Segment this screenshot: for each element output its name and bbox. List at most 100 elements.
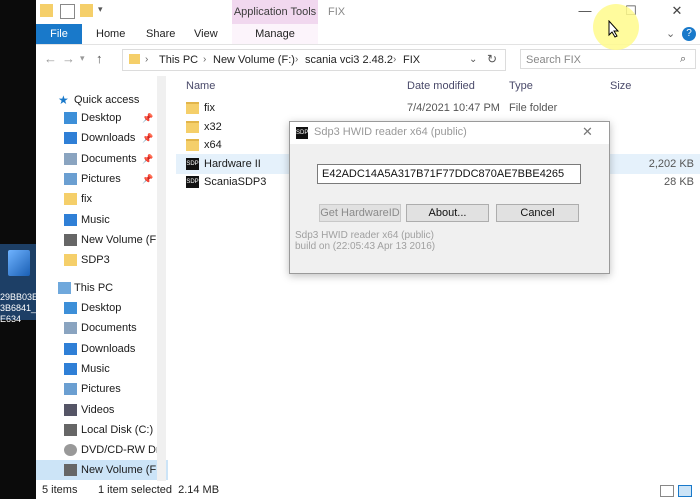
search-input[interactable]: Search FIX: [520, 49, 696, 69]
ribbon-expand-icon[interactable]: ⌄: [666, 24, 675, 44]
computer-icon: [58, 282, 71, 294]
qat-dropdown-icon[interactable]: ▾: [98, 4, 106, 17]
nav-label: Documents: [81, 322, 137, 335]
archive-icon: [8, 250, 30, 276]
back-button[interactable]: ←: [44, 51, 57, 66]
cancel-button[interactable]: Cancel: [496, 204, 579, 222]
file-size: 28 KB: [664, 176, 694, 188]
nav-item-videos[interactable]: Videos: [36, 400, 168, 420]
recent-dropdown-icon[interactable]: ▾: [80, 53, 85, 64]
column-header-date[interactable]: Date modified: [407, 80, 475, 92]
nav-label: SDP3: [81, 254, 110, 267]
tab-share[interactable]: Share: [146, 24, 175, 44]
large-icons-view-icon[interactable]: [678, 485, 692, 497]
about-button[interactable]: About...: [406, 204, 489, 222]
pin-icon: 📌: [142, 153, 154, 164]
tab-home[interactable]: Home: [96, 24, 125, 44]
tab-view[interactable]: View: [194, 24, 218, 44]
get-hardwareid-button[interactable]: Get HardwareID: [319, 204, 401, 222]
nav-label: fix: [81, 193, 92, 206]
nav-label: Desktop: [81, 112, 122, 124]
nav-scrollbar[interactable]: [157, 76, 166, 481]
breadcrumb-separator: ›: [295, 54, 299, 65]
contextual-tab-label: Application Tools: [232, 0, 318, 24]
sdp3-app-icon: SDP: [296, 127, 308, 139]
nav-item-local-disk-c[interactable]: Local Disk (C:): [36, 420, 168, 440]
breadcrumb-fix[interactable]: FIX: [403, 54, 420, 66]
search-icon: ⌕: [680, 53, 687, 65]
nav-item-fix[interactable]: fix: [36, 189, 168, 209]
file-size: 2,202 KB: [648, 157, 694, 170]
nav-item-downloads[interactable]: Downloads: [36, 339, 168, 359]
folder-icon: [186, 102, 199, 114]
nav-item-desktop[interactable]: Desktop: [36, 298, 168, 318]
folder-icon: [129, 54, 140, 64]
nav-label: Local Disk (C:): [81, 423, 154, 436]
nav-label: Documents: [81, 152, 137, 165]
desktop-icon: [64, 112, 77, 124]
hwid-reader-dialog: SDP Sdp3 HWID reader x64 (public) ✕ E42A…: [289, 121, 610, 274]
file-date: 7/4/2021 10:47 PM: [407, 102, 500, 114]
hwid-field[interactable]: E42ADC14A5A317B71F77DDC870AE7BBE4265: [317, 164, 581, 184]
file-row[interactable]: fix 7/4/2021 10:47 PM File folder: [176, 98, 700, 118]
up-button[interactable]: ↑: [96, 51, 103, 66]
file-name: ScaniaSDP3: [204, 176, 267, 188]
dialog-close-button[interactable]: ✕: [582, 124, 593, 140]
nav-label: This PC: [74, 282, 114, 294]
drive-icon: [64, 464, 77, 477]
help-icon[interactable]: ?: [682, 27, 696, 41]
nav-item-documents[interactable]: Documents: [36, 318, 168, 338]
folder-icon: [64, 254, 77, 267]
nav-item-new-volume-f[interactable]: New Volume (F:): [36, 230, 168, 250]
nav-this-pc[interactable]: This PC: [36, 278, 168, 298]
nav-item-music[interactable]: Music: [36, 359, 168, 379]
new-folder-icon[interactable]: [80, 4, 93, 17]
forward-button[interactable]: →: [62, 51, 75, 66]
nav-item-desktop[interactable]: Desktop 📌: [36, 108, 168, 128]
column-header-type[interactable]: Type: [509, 80, 533, 92]
nav-label: Quick access: [74, 94, 140, 106]
sdp3-app-icon: SDP: [186, 157, 199, 170]
nav-item-downloads[interactable]: Downloads 📌: [36, 128, 168, 148]
pictures-icon: [64, 172, 77, 185]
column-header-size[interactable]: Size: [610, 80, 631, 92]
nav-label: Music: [81, 362, 110, 375]
tab-file[interactable]: File: [36, 24, 82, 44]
refresh-icon[interactable]: ↻: [487, 52, 497, 66]
nav-label: Music: [81, 213, 110, 226]
nav-item-dvd-cd-rw-dri[interactable]: DVD/CD-RW Dri: [36, 440, 168, 460]
nav-quick-access[interactable]: ★ Quick access: [36, 90, 168, 110]
nav-item-pictures[interactable]: Pictures 📌: [36, 169, 168, 189]
nav-item-sdp3[interactable]: SDP3: [36, 250, 168, 270]
mouse-pointer-icon: [608, 20, 620, 38]
properties-icon[interactable]: [60, 4, 75, 19]
address-dropdown-icon[interactable]: ⌄: [469, 54, 477, 65]
file-name: Hardware II: [204, 157, 261, 170]
star-icon: ★: [58, 93, 69, 107]
nav-label: Downloads: [81, 132, 136, 145]
nav-item-documents[interactable]: Documents 📌: [36, 149, 168, 169]
breadcrumb-new-volume[interactable]: New Volume (F:): [213, 54, 295, 66]
nav-item-new-volume-f[interactable]: New Volume (F:): [36, 460, 168, 481]
nav-label: Downloads: [81, 342, 136, 355]
details-view-icon[interactable]: [660, 485, 674, 497]
drive-icon: [64, 233, 77, 246]
nav-item-music[interactable]: Music: [36, 210, 168, 230]
breadcrumb-separator: ›: [203, 54, 207, 65]
column-header-name[interactable]: Name: [186, 80, 215, 92]
desktop-file-icon[interactable]: 29BB03E 3B6841_ E634: [0, 244, 36, 324]
close-button[interactable]: ✕: [654, 0, 700, 24]
address-bar[interactable]: › This PC › New Volume (F:) › scania vci…: [122, 49, 506, 71]
tab-manage[interactable]: Manage: [232, 24, 318, 44]
nav-label: Pictures: [81, 172, 121, 185]
nav-label: Pictures: [81, 383, 121, 396]
dvd-icon: [64, 444, 77, 457]
sdp3-app-icon: SDP: [186, 176, 199, 188]
file-name: x64: [204, 139, 222, 151]
navigation-pane: ★ Quick access Desktop 📌 Downloads 📌 Documen…: [36, 76, 168, 481]
breadcrumb-scania[interactable]: scania vci3 2.48.2: [305, 54, 393, 66]
item-count: 5 items: [42, 484, 78, 496]
nav-item-pictures[interactable]: Pictures: [36, 379, 168, 399]
breadcrumb-this-pc[interactable]: This PC: [159, 54, 198, 66]
drive-icon: [64, 423, 77, 436]
